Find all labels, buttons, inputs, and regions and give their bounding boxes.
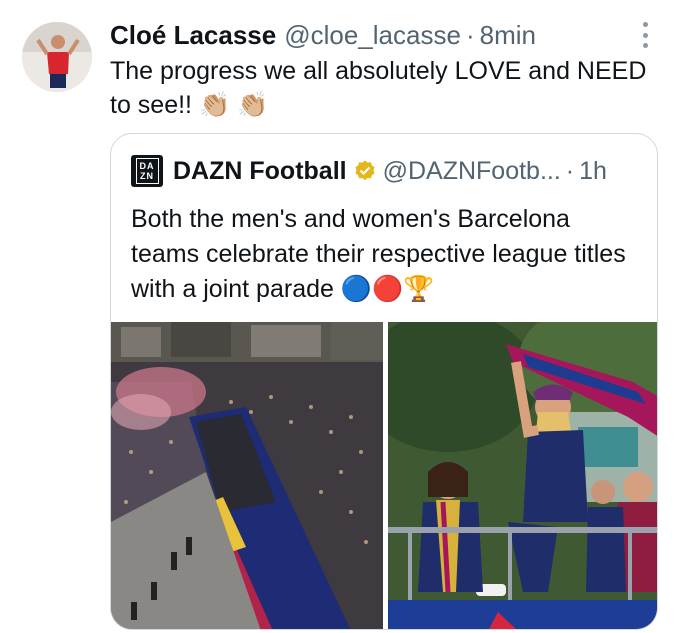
quoted-author-name[interactable]: DAZN Football [173, 157, 347, 186]
author-handle[interactable]: @cloe_lacasse [284, 20, 461, 51]
tweet-time[interactable]: 8min [480, 20, 536, 51]
tweet-text: The progress we all absolutely LOVE and … [110, 57, 647, 119]
quoted-tweet-text: Both the men's and women's Barcelona tea… [131, 205, 626, 303]
separator-dot: · [465, 19, 475, 50]
author-name[interactable]: Cloé Lacasse [110, 20, 276, 51]
logo-text-top: DA [139, 161, 155, 171]
author-avatar[interactable] [22, 22, 92, 92]
quoted-author-handle[interactable]: @DAZNFootb... [383, 157, 561, 186]
parade-crowd-photo[interactable] [111, 322, 383, 629]
players-on-bus-photo[interactable] [388, 322, 657, 629]
separator-dot: · [565, 156, 575, 185]
quoted-tweet[interactable]: DA ZN DAZN Football @DAZNFootb... · 1h B… [110, 133, 658, 630]
quoted-tweet-time[interactable]: 1h [579, 157, 607, 186]
photo-grid [111, 322, 657, 629]
dazn-logo-avatar[interactable]: DA ZN [131, 155, 163, 187]
more-vertical-icon[interactable] [636, 22, 654, 48]
verified-badge-icon [354, 160, 375, 181]
logo-text-bottom: ZN [140, 171, 154, 181]
tweet-header: Cloé Lacasse @cloe_lacasse · 8min [110, 18, 536, 52]
quoted-tweet-header: DA ZN DAZN Football @DAZNFootb... · 1h [131, 154, 607, 188]
